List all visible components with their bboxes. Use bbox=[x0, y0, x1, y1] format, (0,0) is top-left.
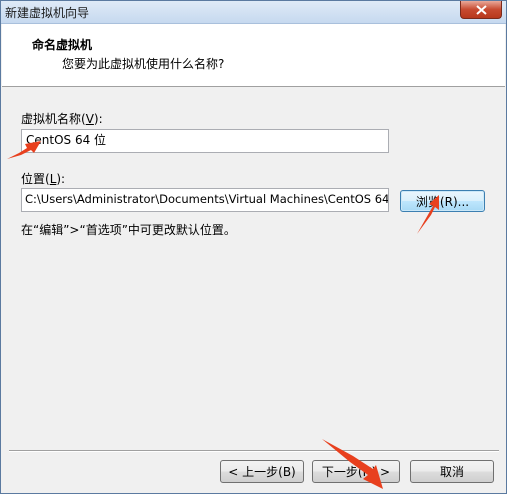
arrow-to-next-button-icon bbox=[322, 439, 383, 489]
annotation-arrows bbox=[7, 141, 439, 489]
new-vm-wizard-window: 新建虚拟机向导 命名虚拟机 您要为此虚拟机使用什么名称? 虚拟机名称(V): C… bbox=[0, 0, 507, 494]
arrow-to-name-field-icon bbox=[7, 141, 41, 159]
arrow-to-browse-button-icon bbox=[417, 195, 439, 234]
